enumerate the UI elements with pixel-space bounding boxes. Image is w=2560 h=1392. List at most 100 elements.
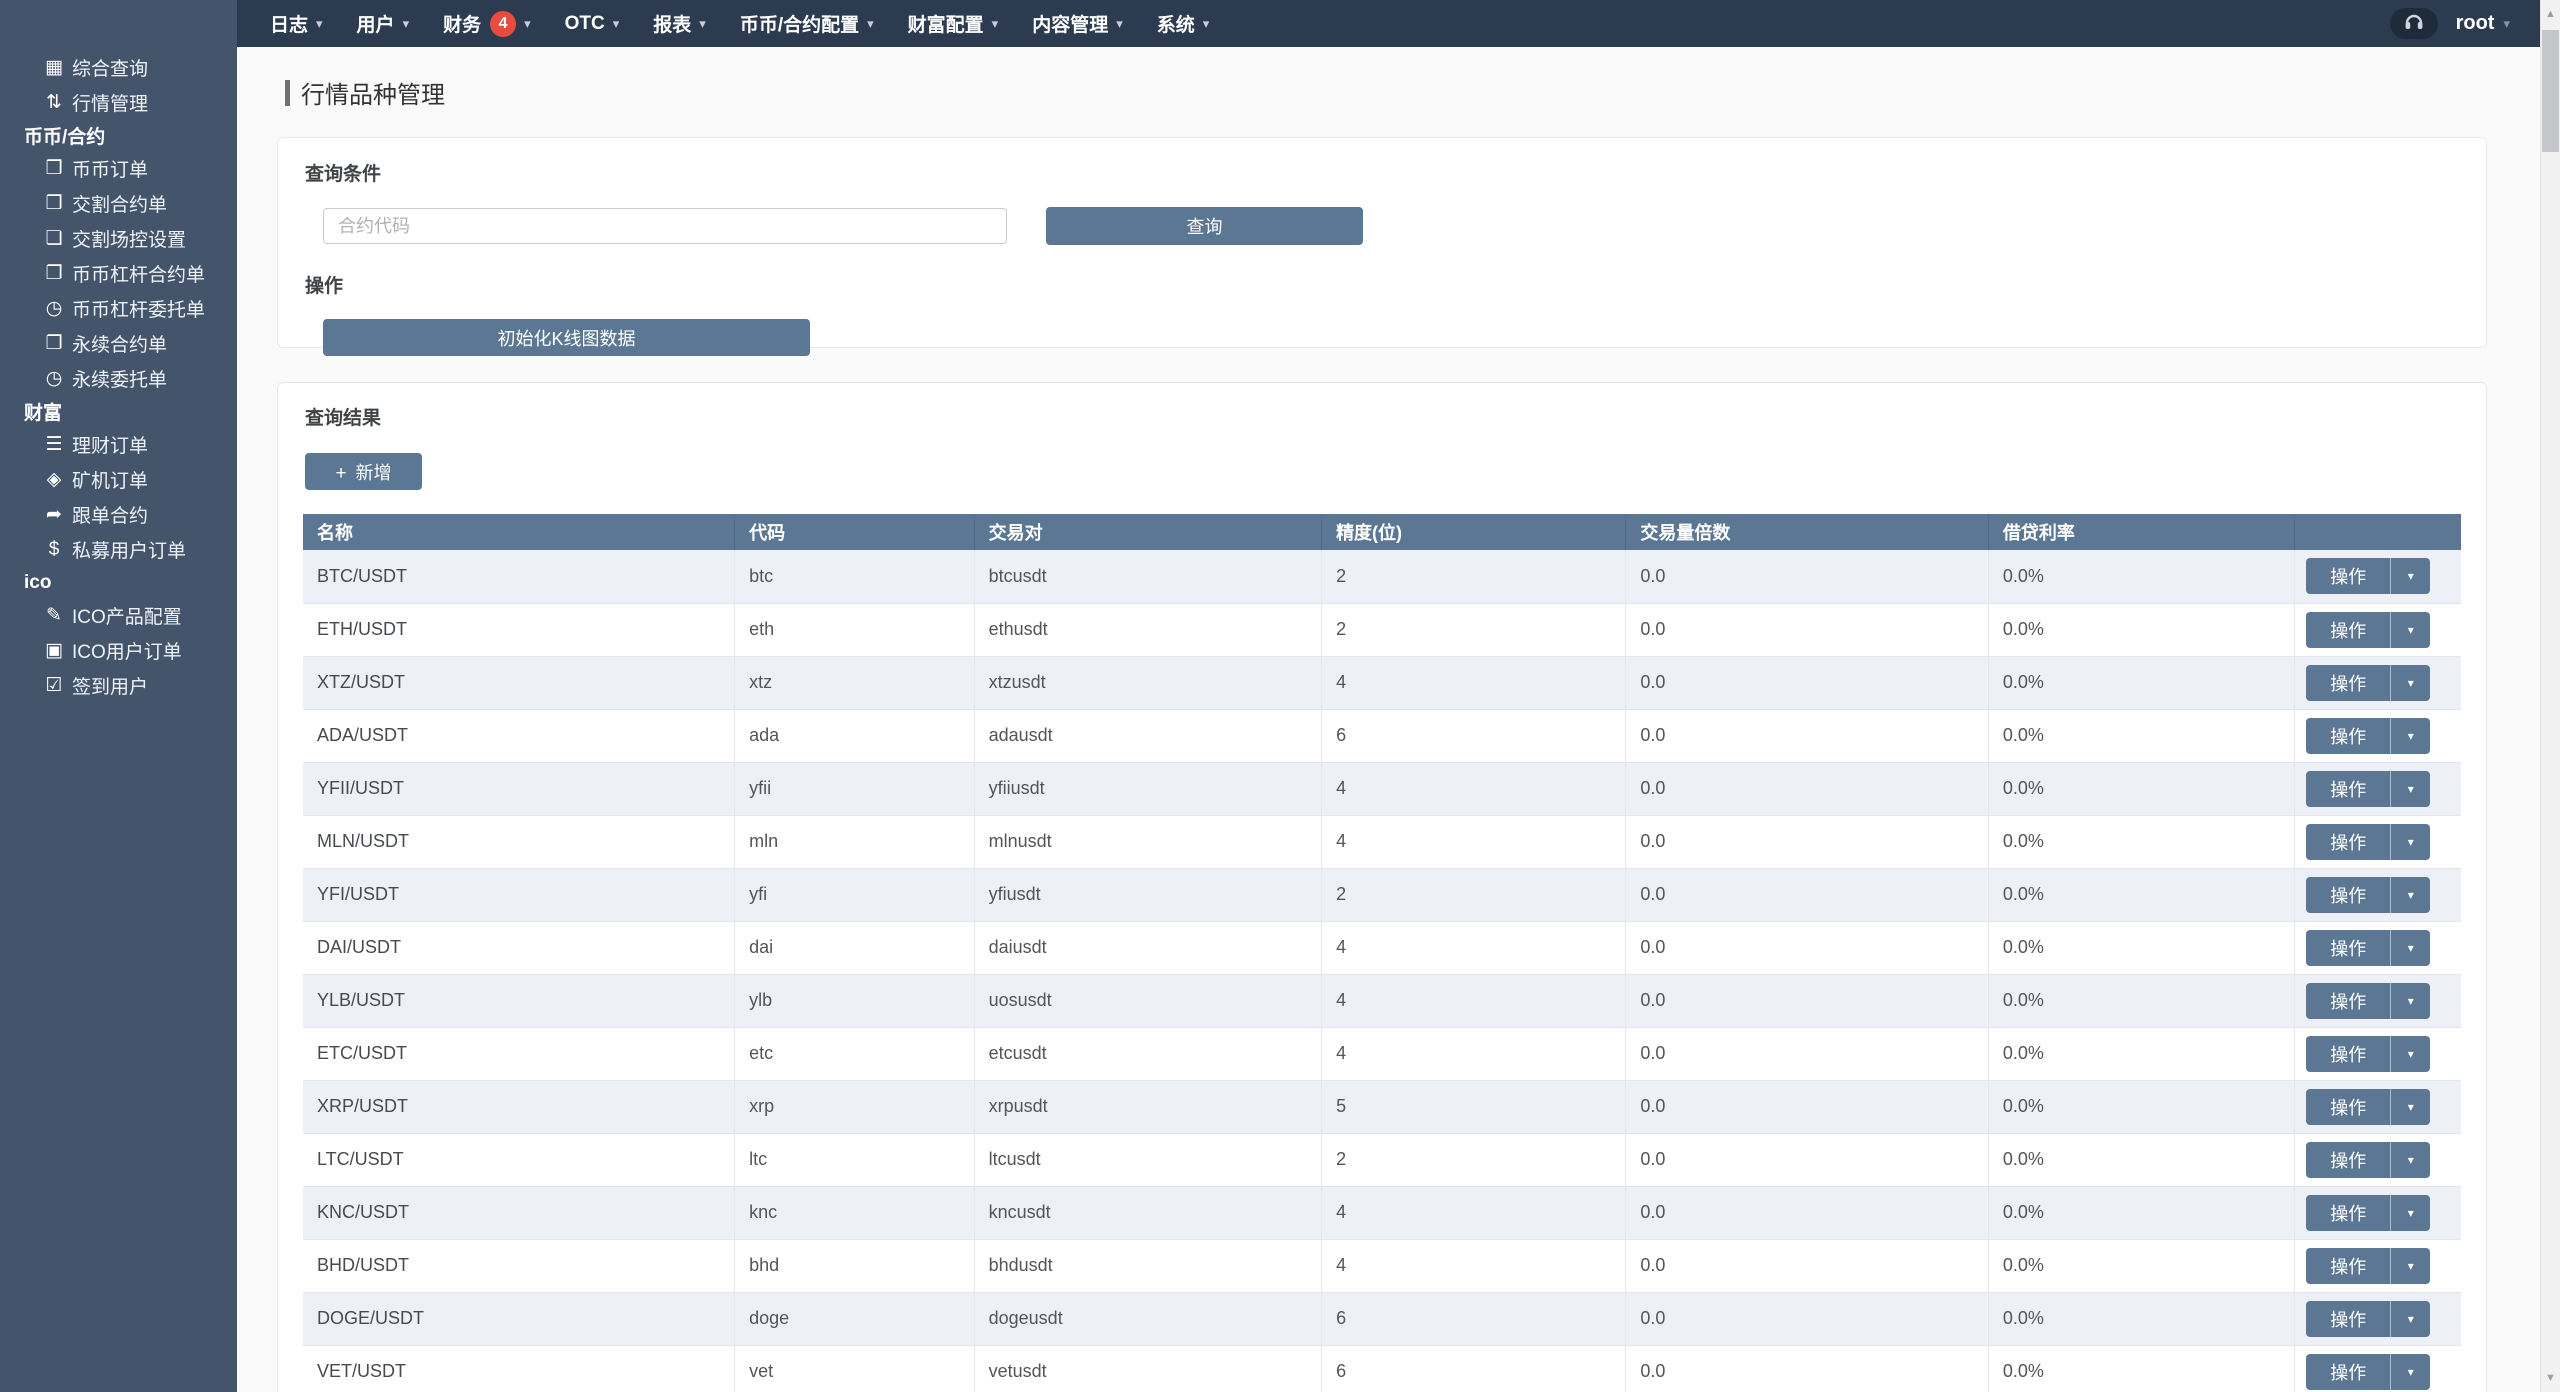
- row-action-dropdown-toggle[interactable]: ▾: [2391, 1142, 2430, 1178]
- row-action-dropdown-toggle[interactable]: ▾: [2391, 1248, 2430, 1284]
- nav-item[interactable]: 日志 ▾: [253, 0, 340, 47]
- sidebar-item-label: ICO产品配置: [72, 607, 182, 628]
- cell-pair: yfiusdt: [973, 868, 1322, 922]
- bookmark-icon: ❒: [45, 193, 63, 214]
- vertical-scrollbar[interactable]: ▲ ▼: [2540, 0, 2560, 1392]
- column-header: 精度(位): [1321, 514, 1626, 550]
- contract-code-input[interactable]: [323, 208, 1007, 244]
- row-action-dropdown-toggle[interactable]: ▾: [2391, 612, 2430, 648]
- sidebar-item[interactable]: ▦ 综合查询: [0, 50, 237, 85]
- row-action-dropdown-toggle[interactable]: ▾: [2391, 1195, 2430, 1231]
- row-action-dropdown-toggle[interactable]: ▾: [2391, 665, 2430, 701]
- row-action-button[interactable]: 操作: [2306, 823, 2392, 860]
- bookmark-icon: ❒: [45, 158, 63, 179]
- cell-loan_rate: 0.0%: [1987, 1292, 2295, 1346]
- row-action-button[interactable]: 操作: [2306, 876, 2392, 913]
- sidebar-item[interactable]: ⇅ 行情管理: [0, 85, 237, 120]
- sidebar-item[interactable]: ❐ 永续合约单: [0, 326, 237, 361]
- nav-item[interactable]: 币币/合约配置 ▾: [723, 0, 891, 47]
- cell-loan_rate: 0.0%: [1987, 815, 2295, 869]
- cell-loan_rate: 0.0%: [1987, 1186, 2295, 1240]
- cell-volume_multiple: 0.0: [1625, 762, 1989, 816]
- init-kline-button[interactable]: 初始化K线图数据: [323, 319, 810, 356]
- row-action-dropdown-toggle[interactable]: ▾: [2391, 930, 2430, 966]
- sidebar-item-label: 综合查询: [72, 59, 149, 80]
- cell-volume_multiple: 0.0: [1625, 974, 1989, 1028]
- sidebar-item[interactable]: ➦ 跟单合约: [0, 497, 237, 532]
- scroll-down-arrow-icon[interactable]: ▼: [2541, 1364, 2560, 1392]
- sidebar-item[interactable]: ❐ 币币杠杆合约单: [0, 256, 237, 291]
- cell-pair: etcusdt: [973, 1027, 1322, 1081]
- chevron-down-icon: ▾: [867, 15, 874, 31]
- cell-actions: 操作 ▾: [2294, 868, 2461, 922]
- cell-code: doge: [734, 1292, 975, 1346]
- sidebar-item[interactable]: ❒ 交割合约单: [0, 186, 237, 221]
- cell-actions: 操作 ▾: [2294, 1133, 2461, 1187]
- sidebar-item[interactable]: ✎ ICO产品配置: [0, 598, 237, 633]
- table-row: DOGE/USDT doge dogeusdt 6 0.0 0.0% 操作 ▾: [303, 1292, 2461, 1346]
- nav-item[interactable]: 系统 ▾: [1140, 0, 1227, 47]
- row-action-button[interactable]: 操作: [2306, 929, 2392, 966]
- cell-code: yfi: [734, 868, 975, 922]
- row-action-dropdown-toggle[interactable]: ▾: [2391, 558, 2430, 594]
- row-action-dropdown-toggle[interactable]: ▾: [2391, 1301, 2430, 1337]
- row-action-button[interactable]: 操作: [2306, 1353, 2392, 1390]
- scroll-up-arrow-icon[interactable]: ▲: [2541, 0, 2560, 28]
- nav-item[interactable]: OTC ▾: [548, 0, 637, 47]
- row-action-button[interactable]: 操作: [2306, 1088, 2392, 1125]
- add-button[interactable]: + 新增: [305, 453, 422, 490]
- row-action-button[interactable]: 操作: [2306, 1141, 2392, 1178]
- row-action-button[interactable]: 操作: [2306, 664, 2392, 701]
- sidebar-item[interactable]: $ 私募用户订单: [0, 532, 237, 567]
- search-button[interactable]: 查询: [1046, 207, 1363, 245]
- sidebar-item[interactable]: ❏ 交割场控设置: [0, 221, 237, 256]
- nav-item[interactable]: 用户 ▾: [340, 0, 427, 47]
- row-action-button[interactable]: 操作: [2306, 1300, 2392, 1337]
- row-action-dropdown-toggle[interactable]: ▾: [2391, 1036, 2430, 1072]
- sidebar-item[interactable]: ☰ 理财订单: [0, 427, 237, 462]
- row-action-button[interactable]: 操作: [2306, 1247, 2392, 1284]
- headset-icon: [2403, 12, 2425, 36]
- nav-item[interactable]: 财富配置 ▾: [891, 0, 1016, 47]
- sidebar-item-label: 矿机订单: [72, 471, 149, 492]
- row-action-button[interactable]: 操作: [2306, 611, 2392, 648]
- row-action-dropdown-toggle[interactable]: ▾: [2391, 877, 2430, 913]
- row-action-dropdown-toggle[interactable]: ▾: [2391, 1089, 2430, 1125]
- chevron-down-icon: ▾: [1116, 15, 1123, 31]
- row-action-button[interactable]: 操作: [2306, 717, 2392, 754]
- row-action-split-button: 操作 ▾: [2306, 1353, 2431, 1390]
- cell-code: xrp: [734, 1080, 975, 1134]
- sidebar-item[interactable]: ◈ 矿机订单: [0, 462, 237, 497]
- row-action-dropdown-toggle[interactable]: ▾: [2391, 771, 2430, 807]
- sidebar-item[interactable]: ◷ 永续委托单: [0, 361, 237, 396]
- row-action-button[interactable]: 操作: [2306, 1194, 2392, 1231]
- nav-item[interactable]: 报表 ▾: [636, 0, 723, 47]
- sidebar-item[interactable]: ▣ ICO用户订单: [0, 633, 237, 668]
- row-action-split-button: 操作 ▾: [2306, 717, 2431, 754]
- column-header: 代码: [734, 514, 975, 550]
- row-action-button[interactable]: 操作: [2306, 1035, 2392, 1072]
- cell-code: ada: [734, 709, 975, 763]
- cell-code: bhd: [734, 1239, 975, 1293]
- cell-loan_rate: 0.0%: [1987, 603, 2295, 657]
- user-menu[interactable]: root ▾: [2456, 12, 2510, 35]
- nav-item[interactable]: 财务 4 ▾: [426, 0, 548, 47]
- row-action-dropdown-toggle[interactable]: ▾: [2391, 824, 2430, 860]
- support-button[interactable]: [2389, 8, 2438, 39]
- row-action-button[interactable]: 操作: [2306, 770, 2392, 807]
- cell-actions: 操作 ▾: [2294, 921, 2461, 975]
- nav-item[interactable]: 内容管理 ▾: [1015, 0, 1140, 47]
- scrollbar-thumb[interactable]: [2542, 30, 2559, 152]
- row-action-dropdown-toggle[interactable]: ▾: [2391, 718, 2430, 754]
- copy-icon: ❐: [45, 263, 63, 284]
- row-action-dropdown-toggle[interactable]: ▾: [2391, 983, 2430, 1019]
- sidebar-item[interactable]: ☑ 签到用户: [0, 668, 237, 703]
- sidebar-item[interactable]: ❒ 币币订单: [0, 151, 237, 186]
- cell-volume_multiple: 0.0: [1625, 815, 1989, 869]
- cell-loan_rate: 0.0%: [1987, 921, 2295, 975]
- row-action-dropdown-toggle[interactable]: ▾: [2391, 1354, 2430, 1390]
- row-action-button[interactable]: 操作: [2306, 558, 2392, 595]
- sidebar-item[interactable]: ◷ 币币杠杆委托单: [0, 291, 237, 326]
- row-action-button[interactable]: 操作: [2306, 982, 2392, 1019]
- query-panel: 查询条件 查询 操作 初始化K线图数据: [277, 137, 2487, 356]
